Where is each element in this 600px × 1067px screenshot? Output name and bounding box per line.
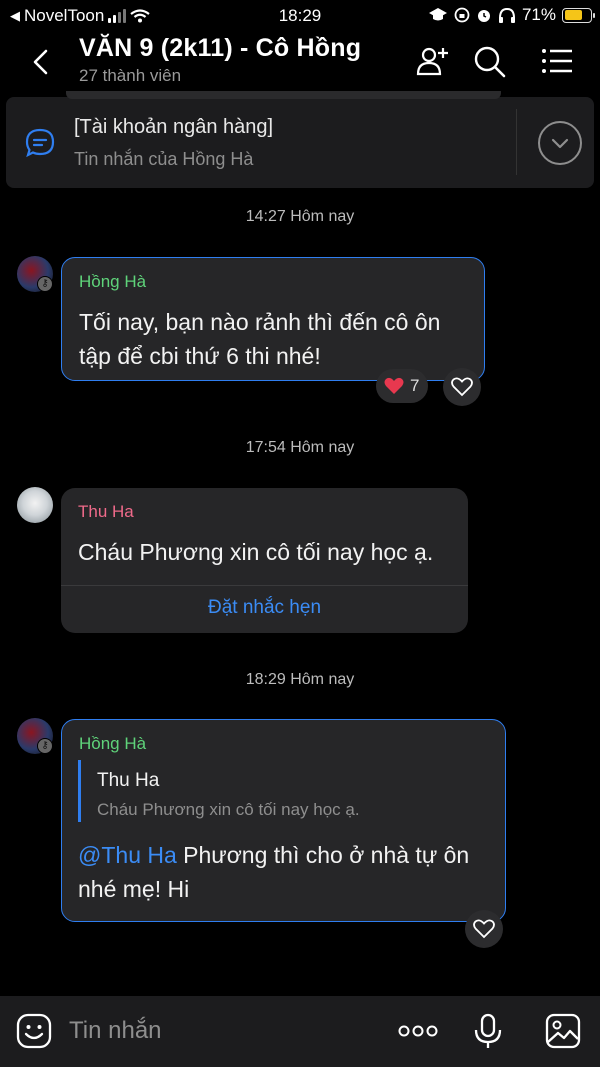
back-icon[interactable]	[26, 46, 58, 78]
pinned-divider	[516, 109, 517, 175]
member-count[interactable]: 27 thành viên	[79, 66, 181, 86]
chat-header: VĂN 9 (2k11) - Cô Hồng 27 thành viên	[0, 32, 600, 92]
message-text: @Thu Ha Phương thì cho ở nhà tự ôn nhé m…	[78, 838, 469, 906]
message-line: nhé mẹ! Hi	[78, 876, 190, 902]
pinned-message[interactable]: [Tài khoản ngân hàng] Tin nhắn của Hồng …	[6, 91, 594, 188]
message-input[interactable]: Tin nhắn	[69, 1017, 162, 1045]
reaction-number: 7	[410, 376, 420, 395]
rotation-lock-icon	[454, 7, 470, 23]
key-badge-icon: ⚷	[37, 276, 53, 292]
react-button[interactable]	[443, 368, 481, 406]
quote-author: Thu Ha	[97, 770, 160, 791]
status-bar: ◀ NovelToon 18:29 71%	[0, 0, 600, 32]
red-heart-icon	[384, 377, 404, 394]
message-text: Tối nay, bạn nào rảnh thì đến cô ôn tập …	[79, 305, 440, 373]
group-title[interactable]: VĂN 9 (2k11) - Cô Hồng	[79, 34, 361, 63]
image-icon[interactable]	[545, 1013, 581, 1049]
expand-pinned-button[interactable]	[538, 121, 582, 165]
heart-icon	[473, 919, 495, 939]
message-line: tập để cbi thứ 6 thi nhé!	[79, 343, 321, 369]
chat-bubble-icon	[25, 128, 55, 158]
chevron-down-icon	[551, 138, 569, 149]
add-member-icon[interactable]	[416, 44, 450, 78]
message-line: Phương thì cho ở nhà tự ôn	[183, 842, 470, 868]
sender-name[interactable]: Hồng Hà	[79, 734, 146, 754]
graduation-cap-icon	[428, 8, 447, 21]
avatar[interactable]	[17, 487, 53, 523]
microphone-icon[interactable]	[470, 1013, 506, 1049]
quote-text: Cháu Phương xin cô tối nay học ạ.	[97, 800, 360, 819]
pinned-title: [Tài khoản ngân hàng]	[74, 116, 274, 138]
quoted-message[interactable]: Thu Ha Cháu Phương xin cô tối nay học ạ.	[78, 760, 478, 822]
message-input-bar: Tin nhắn	[0, 996, 600, 1067]
timestamp: 18:29 Hôm nay	[245, 671, 355, 688]
headphones-icon	[498, 7, 515, 23]
pinned-peek	[66, 91, 501, 99]
react-button[interactable]	[465, 910, 503, 948]
mention-link[interactable]: @Thu Ha	[78, 842, 177, 868]
sender-name[interactable]: Thu Ha	[78, 502, 134, 522]
timestamp: 17:54 Hôm nay	[245, 439, 355, 456]
pinned-subtitle: Tin nhắn của Hồng Hà	[74, 149, 254, 169]
message-bubble[interactable]: Thu Ha Cháu Phương xin cô tối nay học ạ.…	[61, 488, 468, 633]
emoji-icon[interactable]	[16, 1013, 52, 1049]
more-options-icon[interactable]	[398, 1013, 438, 1049]
alarm-icon	[477, 10, 490, 22]
message-line: Tối nay, bạn nào rảnh thì đến cô ôn	[79, 309, 441, 335]
battery-percent: 71%	[521, 5, 556, 24]
battery-icon	[562, 7, 595, 23]
message-bubble[interactable]: Hồng Hà Tối nay, bạn nào rảnh thì đến cô…	[61, 257, 485, 381]
menu-icon[interactable]	[540, 44, 574, 78]
message-text: Cháu Phương xin cô tối nay học ạ.	[78, 539, 434, 565]
set-reminder-button[interactable]: Đặt nhắc hẹn	[61, 586, 468, 633]
timestamp: 14:27 Hôm nay	[245, 208, 355, 225]
reaction-count[interactable]: 7	[376, 369, 428, 403]
heart-icon	[451, 377, 473, 397]
sender-name[interactable]: Hồng Hà	[79, 272, 146, 292]
key-badge-icon: ⚷	[37, 738, 53, 754]
search-icon[interactable]	[472, 44, 506, 78]
